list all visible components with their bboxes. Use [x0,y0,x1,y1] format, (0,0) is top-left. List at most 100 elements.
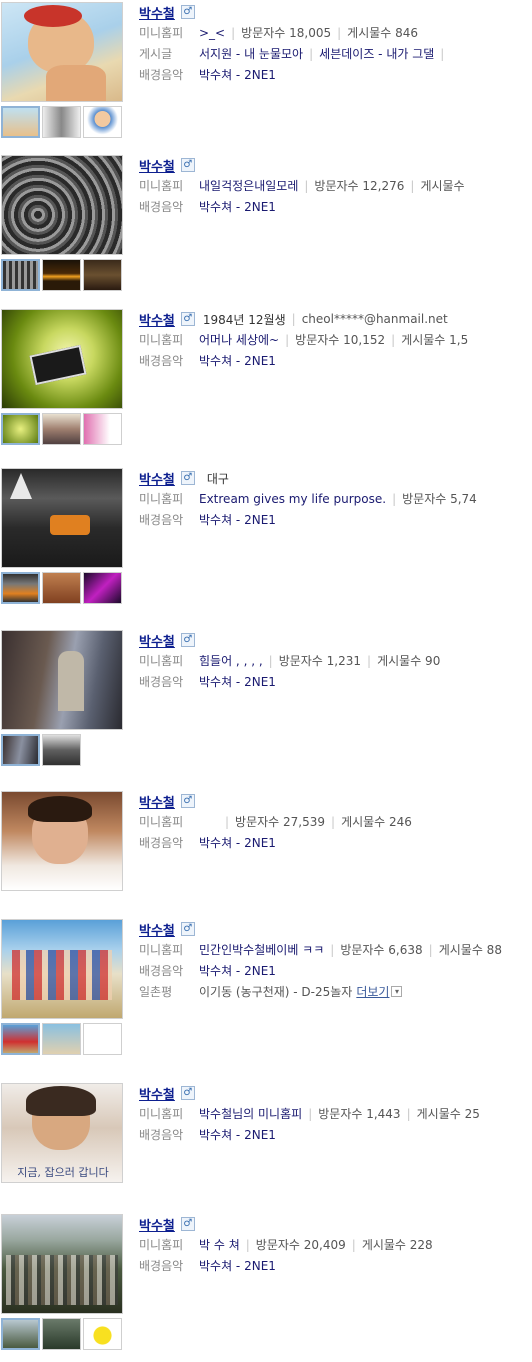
bgm-link[interactable]: 박수쳐 - 2NE1 [199,1126,276,1143]
thumbnail[interactable] [1,106,40,138]
thumbnail[interactable] [42,413,81,445]
ilchon-comment: 이기동 (농구천재) - D-25놀자 [199,985,353,999]
minihompy-label: 미니홈피 [139,333,184,347]
thumbnail[interactable] [83,572,122,604]
profile-photo[interactable] [1,791,123,891]
male-gender-icon: ♂ [180,5,195,19]
minihompy-title-link[interactable]: 힘들어 , , , , [199,652,263,669]
minihompy-label: 미니홈피 [139,492,184,506]
profile-name-link[interactable]: 박수철 [139,3,175,22]
post-count: 게시물수 [420,179,465,193]
bgm-link[interactable]: 박수쳐 - 2NE1 [199,834,276,851]
thumbnail[interactable] [1,734,40,766]
minihompy-label: 미니홈피 [139,26,184,40]
male-gender-icon: ♂ [180,633,195,647]
thumbnail-strip [1,413,122,445]
bgm-label: 배경음악 [139,1128,184,1142]
location: 대구 [206,471,229,486]
bgm-link[interactable]: 박수쳐 - 2NE1 [199,352,276,369]
thumbnail[interactable] [83,1023,122,1055]
thumbnail[interactable] [83,106,122,138]
profile-photo[interactable] [1,309,123,409]
thumbnail[interactable] [1,1318,40,1350]
posts-label: 게시글 [139,47,173,61]
post-count: 게시물수 88 [438,943,502,957]
profile-photo[interactable]: 지금, 잡으러 갑니다 [1,1083,123,1183]
visitor-count: 방문자수 20,409 [255,1238,346,1252]
bgm-link[interactable]: 박수쳐 - 2NE1 [199,198,276,215]
male-gender-icon: ♂ [180,158,195,172]
dropdown-arrow-icon[interactable]: ▾ [391,986,403,997]
minihompy-title-link[interactable]: >_< [199,26,225,40]
thumbnail[interactable] [42,259,81,291]
thumbnail[interactable] [83,1318,122,1350]
post-link[interactable]: 세븐데이즈 - 내가 그댈 [319,45,434,62]
thumbnail[interactable] [1,413,40,445]
bgm-label: 배경음악 [139,964,184,978]
thumbnail[interactable] [42,734,81,766]
bgm-link[interactable]: 박수쳐 - 2NE1 [199,511,276,528]
visitor-count: 방문자수 6,638 [340,943,423,957]
thumbnail[interactable] [83,413,122,445]
male-gender-icon: ♂ [180,1217,195,1231]
thumbnail[interactable] [42,106,81,138]
bgm-link[interactable]: 박수쳐 - 2NE1 [199,962,276,979]
profile-photo[interactable] [1,155,123,255]
poster-caption: 지금, 잡으러 갑니다 [17,1166,109,1179]
minihompy-label: 미니홈피 [139,815,184,829]
minihompy-label: 미니홈피 [139,1238,184,1252]
profile-name-link[interactable]: 박수철 [139,1215,175,1234]
profile-photo[interactable] [1,2,123,102]
profile-name-link[interactable]: 박수철 [139,156,175,175]
minihompy-title-link[interactable]: 내일걱정은내일모레 [199,177,298,194]
thumbnail-strip [1,1318,122,1350]
thumbnail[interactable] [1,1023,40,1055]
minihompy-title-link[interactable]: 박 수 쳐 [199,1236,240,1253]
visitor-count: 방문자수 18,005 [241,26,332,40]
bgm-label: 배경음악 [139,513,184,527]
post-count: 게시물수 90 [377,654,441,668]
thumbnail[interactable] [1,572,40,604]
profile-name-link[interactable]: 박수철 [139,631,175,650]
minihompy-title-link[interactable]: Extream gives my life purpose. [199,492,386,506]
profile-name-link[interactable]: 박수철 [139,310,175,329]
bgm-label: 배경음악 [139,675,184,689]
bgm-link[interactable]: 박수쳐 - 2NE1 [199,66,276,83]
bgm-label: 배경음악 [139,836,184,850]
thumbnail-strip [1,572,122,604]
bgm-label: 배경음악 [139,1259,184,1273]
profile-name-link[interactable]: 박수철 [139,792,175,811]
profile-name-link[interactable]: 박수철 [139,920,175,939]
profile-name-link[interactable]: 박수철 [139,1084,175,1103]
post-link[interactable]: 서지원 - 내 눈물모아 [199,45,303,62]
minihompy-title-link[interactable]: 어머나 세상에~ [199,331,279,348]
male-gender-icon: ♂ [180,312,195,326]
bgm-link[interactable]: 박수쳐 - 2NE1 [199,673,276,690]
profile-name-link[interactable]: 박수철 [139,469,175,488]
birth-date: 1984년 12월생 [202,312,286,327]
email-address: cheol*****@hanmail.net [301,312,448,326]
profile-photo[interactable] [1,919,123,1019]
thumbnail[interactable] [1,259,40,291]
male-gender-icon: ♂ [180,922,195,936]
visitor-count: 방문자수 1,231 [278,654,362,668]
thumbnail[interactable] [42,1023,81,1055]
thumbnail[interactable] [42,572,81,604]
profile-photo[interactable] [1,468,123,568]
minihompy-title-link[interactable]: 민간인박수철베이베 ㅋㅋ [199,941,324,958]
thumbnail-strip [1,734,81,766]
profile-photo[interactable] [1,1214,123,1314]
minihompy-label: 미니홈피 [139,179,184,193]
minihompy-title-link[interactable]: 박수철님의 미니홈피 [199,1105,302,1122]
visitor-count: 방문자수 12,276 [314,179,405,193]
visitor-count: 방문자수 10,152 [295,333,386,347]
thumbnail[interactable] [83,259,122,291]
male-gender-icon: ♂ [180,471,195,485]
bgm-link[interactable]: 박수쳐 - 2NE1 [199,1257,276,1274]
male-gender-icon: ♂ [180,1086,195,1100]
profile-photo[interactable] [1,630,123,730]
post-count: 게시물수 246 [341,815,412,829]
more-link[interactable]: 더보기 [356,983,389,1000]
thumbnail[interactable] [42,1318,81,1350]
male-gender-icon: ♂ [180,794,195,808]
